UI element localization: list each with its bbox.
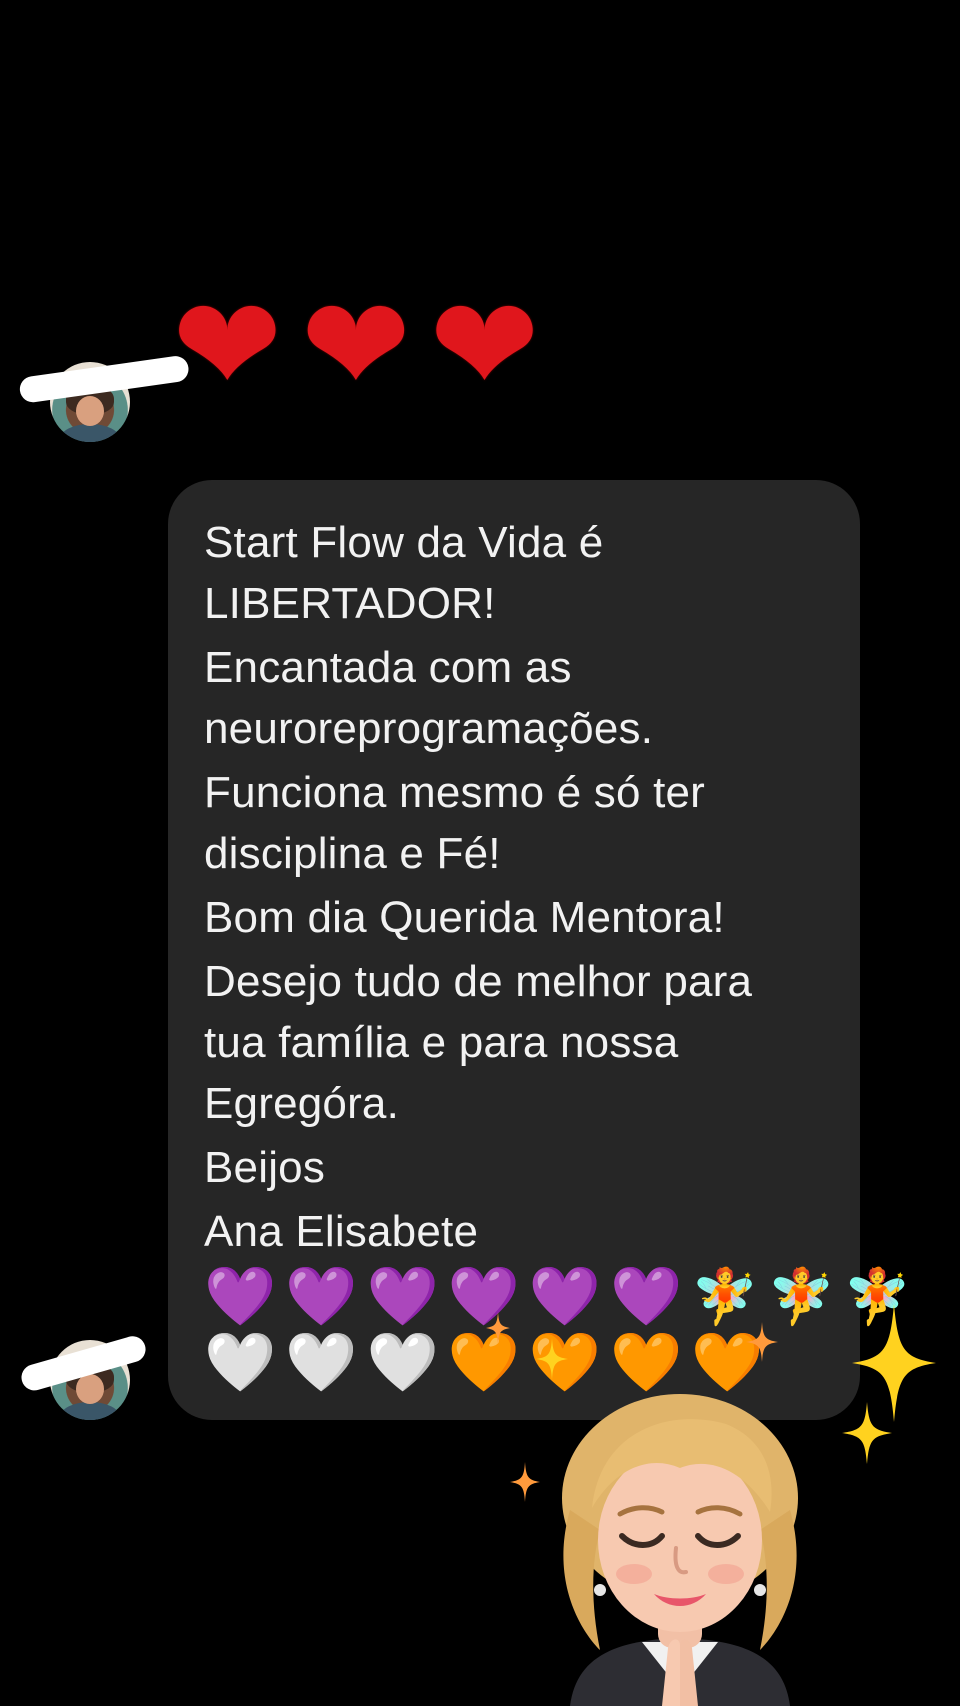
message-paragraph: Beijos bbox=[204, 1143, 326, 1192]
sparkle-icon bbox=[842, 1402, 892, 1464]
fairy-icon: 🧚 bbox=[767, 1267, 835, 1327]
heart-icon: ❤ bbox=[172, 272, 283, 419]
purple-heart-icon: 💜 bbox=[366, 1264, 439, 1329]
purple-heart-icon: 💜 bbox=[528, 1264, 602, 1329]
message-paragraph: Bom dia Querida Mentora! bbox=[204, 893, 725, 942]
heart-reaction-row[interactable]: ❤ ❤ ❤ bbox=[172, 280, 540, 412]
purple-heart-icon: 💜 bbox=[285, 1264, 358, 1329]
sparkle-icon bbox=[746, 1322, 778, 1362]
message-paragraph: Funciona mesmo é só ter disciplina e Fé! bbox=[204, 768, 706, 878]
message-paragraph: Desejo tudo de melhor para tua família e… bbox=[204, 957, 753, 1128]
message-paragraph: Ana Elisabete bbox=[204, 1207, 479, 1256]
sparkle-icon bbox=[486, 1312, 510, 1344]
message-paragraph: Start Flow da Vida é LIBERTADOR! bbox=[204, 518, 604, 628]
message-bubble[interactable]: Start Flow da Vida é LIBERTADOR! Encanta… bbox=[168, 480, 911, 1420]
memoji-sticker-icon[interactable] bbox=[530, 1390, 830, 1706]
white-heart-icon: 🤍 bbox=[204, 1330, 277, 1395]
purple-heart-icon: 💜 bbox=[204, 1264, 277, 1329]
sparkle-icon bbox=[536, 1338, 568, 1380]
heart-icon: ❤ bbox=[429, 272, 540, 419]
emoji-row-1: 💜 💜 💜 💜 💜 💜 🧚 🧚 🧚 bbox=[204, 1264, 911, 1329]
emoji-row-2: 🤍 🤍 🤍 🧡 🧡 🧡 🧡 bbox=[204, 1331, 824, 1395]
heart-icon: ❤ bbox=[300, 272, 412, 419]
fairy-icon: 🧚 bbox=[691, 1267, 759, 1327]
purple-heart-icon: 💜 bbox=[610, 1264, 683, 1329]
chat-screen: ❤ ❤ ❤ Start Flow da Vida é LIBERTADOR! E… bbox=[0, 0, 960, 1706]
orange-heart-icon: 🧡 bbox=[610, 1330, 683, 1395]
white-heart-icon: 🤍 bbox=[366, 1330, 439, 1395]
message-paragraph: Encantada com as neuroreprogramações. bbox=[204, 643, 654, 753]
white-heart-icon: 🤍 bbox=[285, 1330, 358, 1395]
